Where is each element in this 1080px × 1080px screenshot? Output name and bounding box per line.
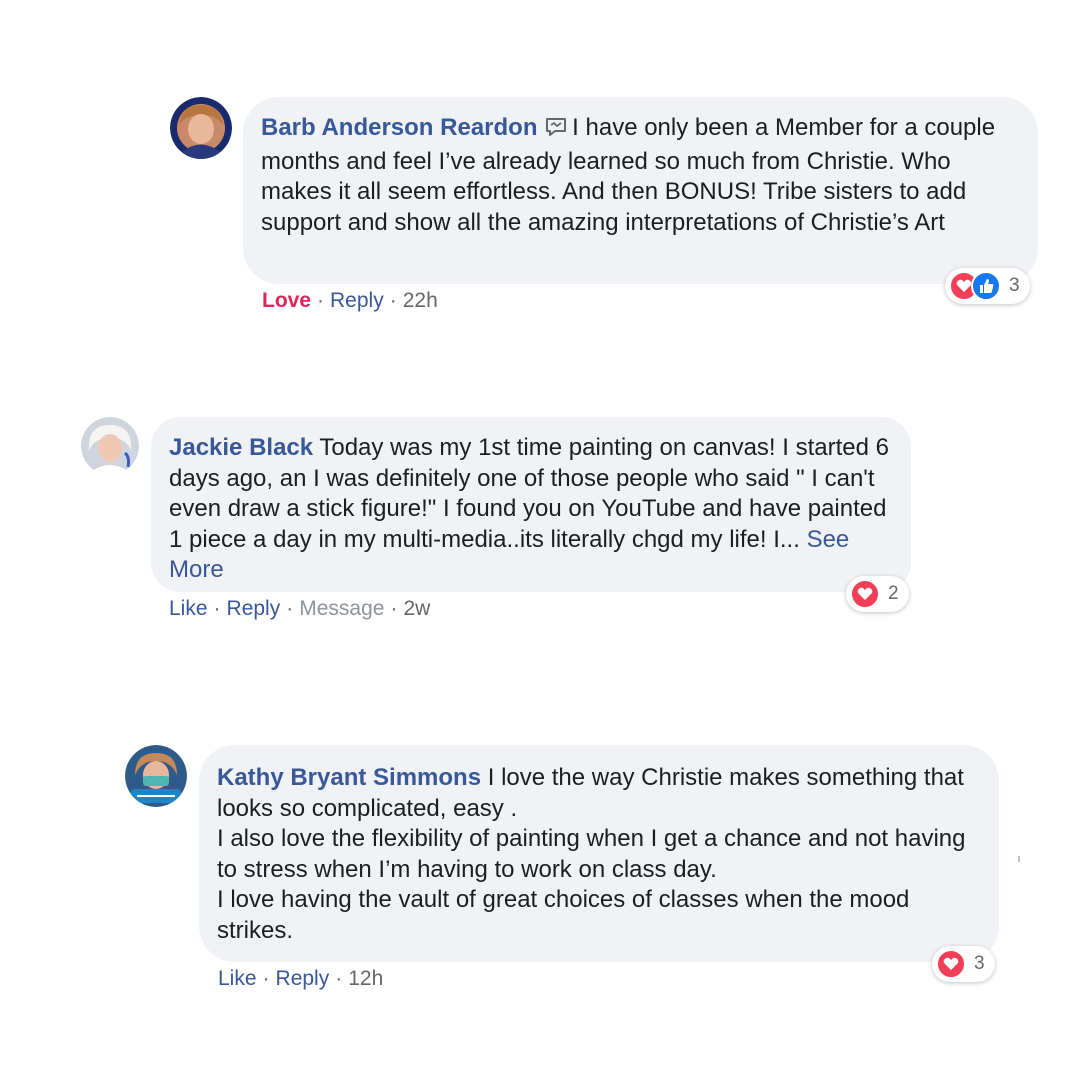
avatar[interactable] (125, 745, 187, 807)
comment-author[interactable]: Kathy Bryant Simmons (217, 764, 481, 791)
comment-actions: Love · Reply · 22h (262, 289, 438, 313)
like-button[interactable]: Like (218, 967, 257, 990)
timestamp[interactable]: 22h (403, 289, 438, 312)
comment-bubble: Barb Anderson Reardon I have only been a… (243, 97, 1038, 284)
message-button[interactable]: Message (299, 597, 384, 620)
comment-text-line: I also love the flexibility of painting … (217, 825, 966, 883)
reply-button[interactable]: Reply (330, 289, 384, 312)
separator: · (317, 289, 325, 312)
separator: · (390, 597, 398, 620)
messenger-chat-icon (544, 116, 568, 147)
separator: · (262, 967, 270, 990)
comment-actions: Like · Reply · Message · 2w (169, 597, 430, 621)
reply-button[interactable]: Reply (276, 967, 330, 990)
love-button[interactable]: Love (262, 289, 311, 312)
separator: · (286, 597, 294, 620)
avatar[interactable] (170, 97, 232, 159)
reaction-count: 3 (974, 953, 985, 974)
love-reaction-icon (936, 949, 966, 979)
comment-bubble: Kathy Bryant Simmons I love the way Chri… (199, 745, 999, 962)
comment-author[interactable]: Barb Anderson Reardon (261, 114, 537, 141)
reaction-count: 3 (1009, 275, 1020, 296)
reply-button[interactable]: Reply (227, 597, 281, 620)
avatar[interactable] (81, 417, 139, 475)
comment-author[interactable]: Jackie Black (169, 434, 313, 461)
comment-bubble: Jackie Black Today was my 1st time paint… (151, 417, 911, 592)
scroll-indicator (1018, 856, 1020, 862)
like-reaction-icon (971, 271, 1001, 301)
reaction-summary[interactable]: 3 (945, 268, 1030, 304)
like-button[interactable]: Like (169, 597, 208, 620)
comment-text-line: I love having the vault of great choices… (217, 886, 910, 944)
reaction-count: 2 (888, 583, 899, 604)
comment-actions: Like · Reply · 12h (218, 967, 383, 991)
reaction-summary[interactable]: 3 (932, 946, 995, 982)
separator: · (213, 597, 221, 620)
separator: · (335, 967, 343, 990)
timestamp[interactable]: 2w (403, 597, 430, 620)
love-reaction-icon (850, 579, 880, 609)
timestamp[interactable]: 12h (348, 967, 383, 990)
reaction-summary[interactable]: 2 (846, 576, 909, 612)
separator: · (389, 289, 397, 312)
